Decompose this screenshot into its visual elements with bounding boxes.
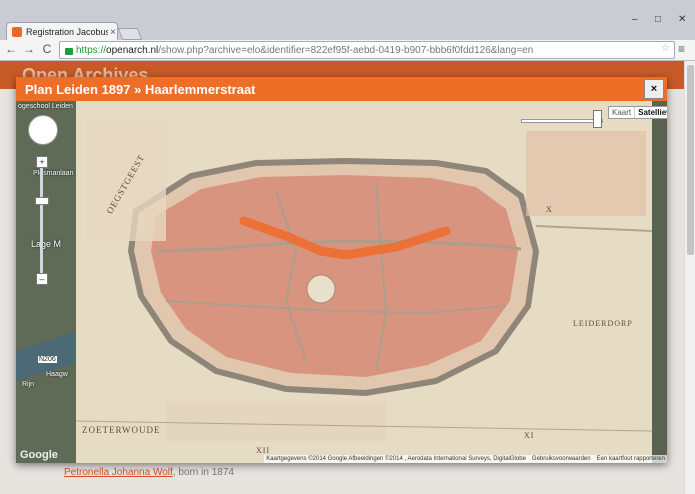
map-label-xii: XII [256, 446, 271, 455]
zoom-out-button[interactable]: – [36, 273, 48, 285]
opacity-slider-handle[interactable] [593, 110, 602, 128]
map-label-x: X [546, 205, 553, 214]
zoom-in-button[interactable]: + [36, 156, 48, 168]
browser-tab[interactable]: Registration Jacobus Chri × [6, 22, 118, 41]
browser-menu-icon[interactable]: ≡ [678, 42, 685, 56]
satellite-label: Rijn [22, 381, 35, 388]
map-viewport[interactable]: ogeschool Leiden Plesmanlaan Lage M N206… [16, 101, 667, 463]
tab-close-icon[interactable]: × [110, 27, 116, 38]
minimize-button[interactable]: – [632, 14, 638, 25]
satellite-label: ogeschool Leiden [18, 103, 73, 110]
zoom-slider-handle[interactable] [35, 197, 49, 205]
person-link[interactable]: Petronella Johanna Wolf [64, 467, 173, 478]
browser-tabstrip: Registration Jacobus Chri × – □ ✕ [0, 0, 695, 41]
reload-button[interactable]: C [40, 42, 54, 56]
scrollbar-thumb[interactable] [687, 65, 694, 255]
opacity-slider-track[interactable] [521, 119, 603, 123]
pan-control[interactable] [28, 115, 58, 145]
bookmark-star-icon[interactable]: ☆ [661, 43, 670, 54]
record-line: Petronella Johanna Wolf, born in 1874 [64, 467, 234, 478]
modal-close-button[interactable]: × [644, 79, 664, 99]
maximize-button[interactable]: □ [655, 14, 661, 25]
url-text: https://openarch.nl/show.php?archive=elo… [76, 44, 534, 56]
road-shield: N206 [38, 356, 57, 363]
zoom-slider-track[interactable] [40, 159, 43, 277]
map-label-zoeterwoude: ZOETERWOUDE [82, 425, 161, 435]
address-bar[interactable]: https://openarch.nl/show.php?archive=elo… [59, 41, 675, 59]
modal-title: Plan Leiden 1897 » Haarlemmerstraat [25, 82, 256, 97]
new-tab-button[interactable] [117, 28, 143, 40]
page-scrollbar[interactable] [684, 61, 695, 494]
report-error-link[interactable]: Een kaartfout rapporteren [597, 456, 665, 462]
maptype-map-button[interactable]: Kaart [609, 107, 634, 118]
map-type-control: Kaart Satelliet [608, 106, 667, 119]
map-label-xi: XI [524, 431, 535, 440]
back-button[interactable]: ← [4, 42, 18, 56]
map-attribution: Kaartgegevens ©2014 Google Afbeeldingen … [264, 455, 667, 463]
modal-header: Plan Leiden 1897 » Haarlemmerstraat × [16, 77, 667, 101]
lock-icon [65, 47, 73, 55]
google-logo: Google [20, 449, 58, 461]
attribution-data: Kaartgegevens ©2014 Google Afbeeldingen … [266, 456, 526, 462]
map-modal: Plan Leiden 1897 » Haarlemmerstraat × og… [16, 77, 667, 463]
site-favicon-icon [12, 27, 22, 37]
historic-map-overlay [16, 101, 667, 463]
browser-toolbar: ← → C https://openarch.nl/show.php?archi… [0, 40, 695, 61]
satellite-label: Haagw [46, 371, 68, 378]
maptype-satellite-button[interactable]: Satelliet [634, 107, 667, 118]
forward-button[interactable]: → [22, 42, 36, 56]
map-label-leiderdorp: LEIDERDORP [573, 319, 633, 328]
terms-link[interactable]: Gebruiksvoorwaarden [532, 456, 591, 462]
tab-title: Registration Jacobus Chri [26, 27, 108, 37]
close-window-button[interactable]: ✕ [678, 14, 686, 25]
satellite-label: Lage M [31, 239, 62, 249]
